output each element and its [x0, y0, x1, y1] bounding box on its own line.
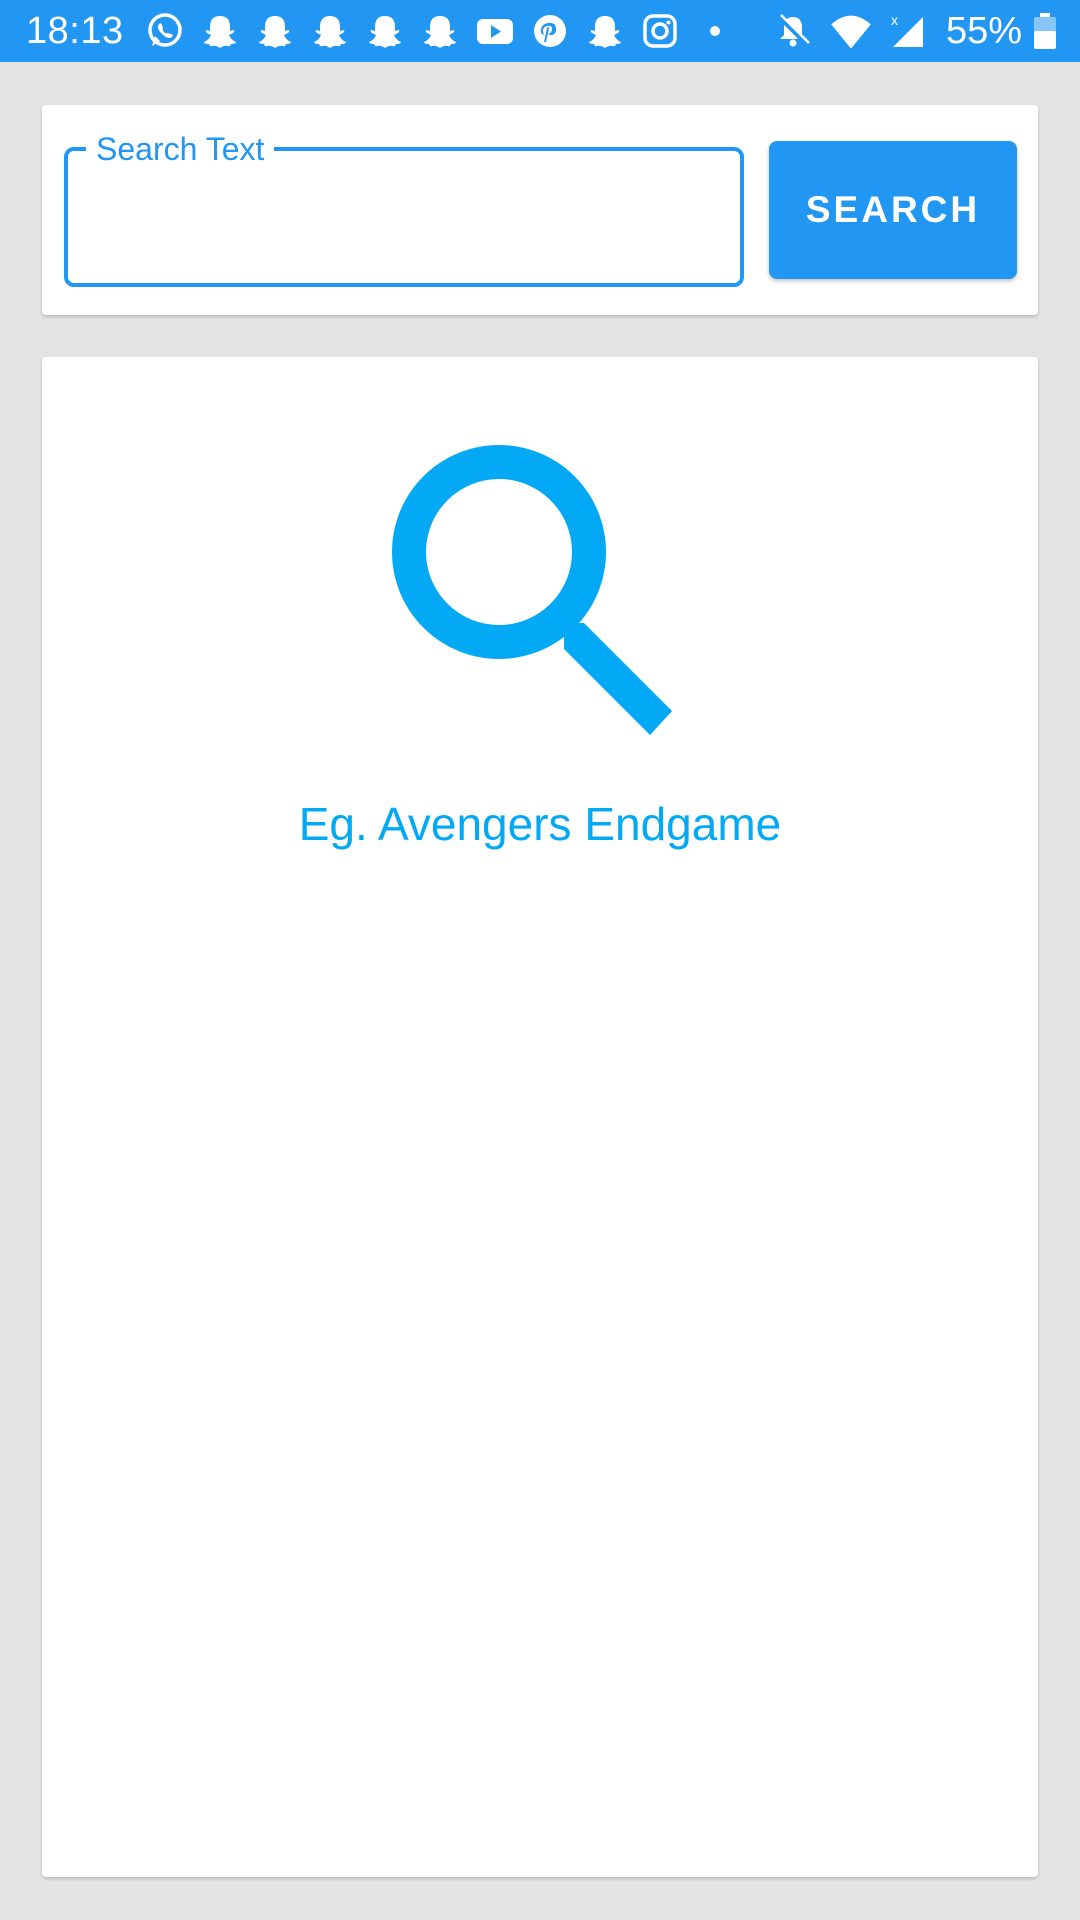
search-field-label: Search Text	[86, 125, 275, 173]
wifi-icon	[828, 8, 874, 54]
bell-off-icon	[770, 8, 816, 54]
status-left: 18:13	[26, 8, 747, 54]
snapchat-icon	[362, 8, 408, 54]
battery-percent: 55%	[945, 9, 1022, 52]
snapchat-icon	[417, 8, 463, 54]
cell-signal-icon: x	[886, 8, 932, 54]
instagram-icon	[637, 8, 683, 54]
snapchat-icon	[582, 8, 628, 54]
search-icon	[392, 445, 672, 735]
results-card: Eg. Avengers Endgame	[42, 357, 1038, 1877]
search-card: Search Text SEARCH	[42, 105, 1038, 315]
snapchat-icon	[307, 8, 353, 54]
status-right: x 55%	[758, 8, 1056, 54]
dot-icon	[692, 8, 738, 54]
snapchat-icon	[197, 8, 243, 54]
battery-icon	[1034, 13, 1056, 49]
search-field[interactable]: Search Text	[64, 125, 744, 287]
youtube-icon	[472, 8, 518, 54]
status-bar: 18:13 x 55%	[0, 0, 1080, 62]
status-time: 18:13	[26, 9, 124, 52]
snapchat-icon	[252, 8, 298, 54]
search-hint-text: Eg. Avengers Endgame	[298, 798, 782, 850]
search-button[interactable]: SEARCH	[769, 141, 1017, 279]
search-input[interactable]	[88, 181, 718, 251]
pinterest-icon	[527, 8, 573, 54]
whatsapp-icon	[142, 8, 188, 54]
svg-text:x: x	[891, 12, 898, 28]
